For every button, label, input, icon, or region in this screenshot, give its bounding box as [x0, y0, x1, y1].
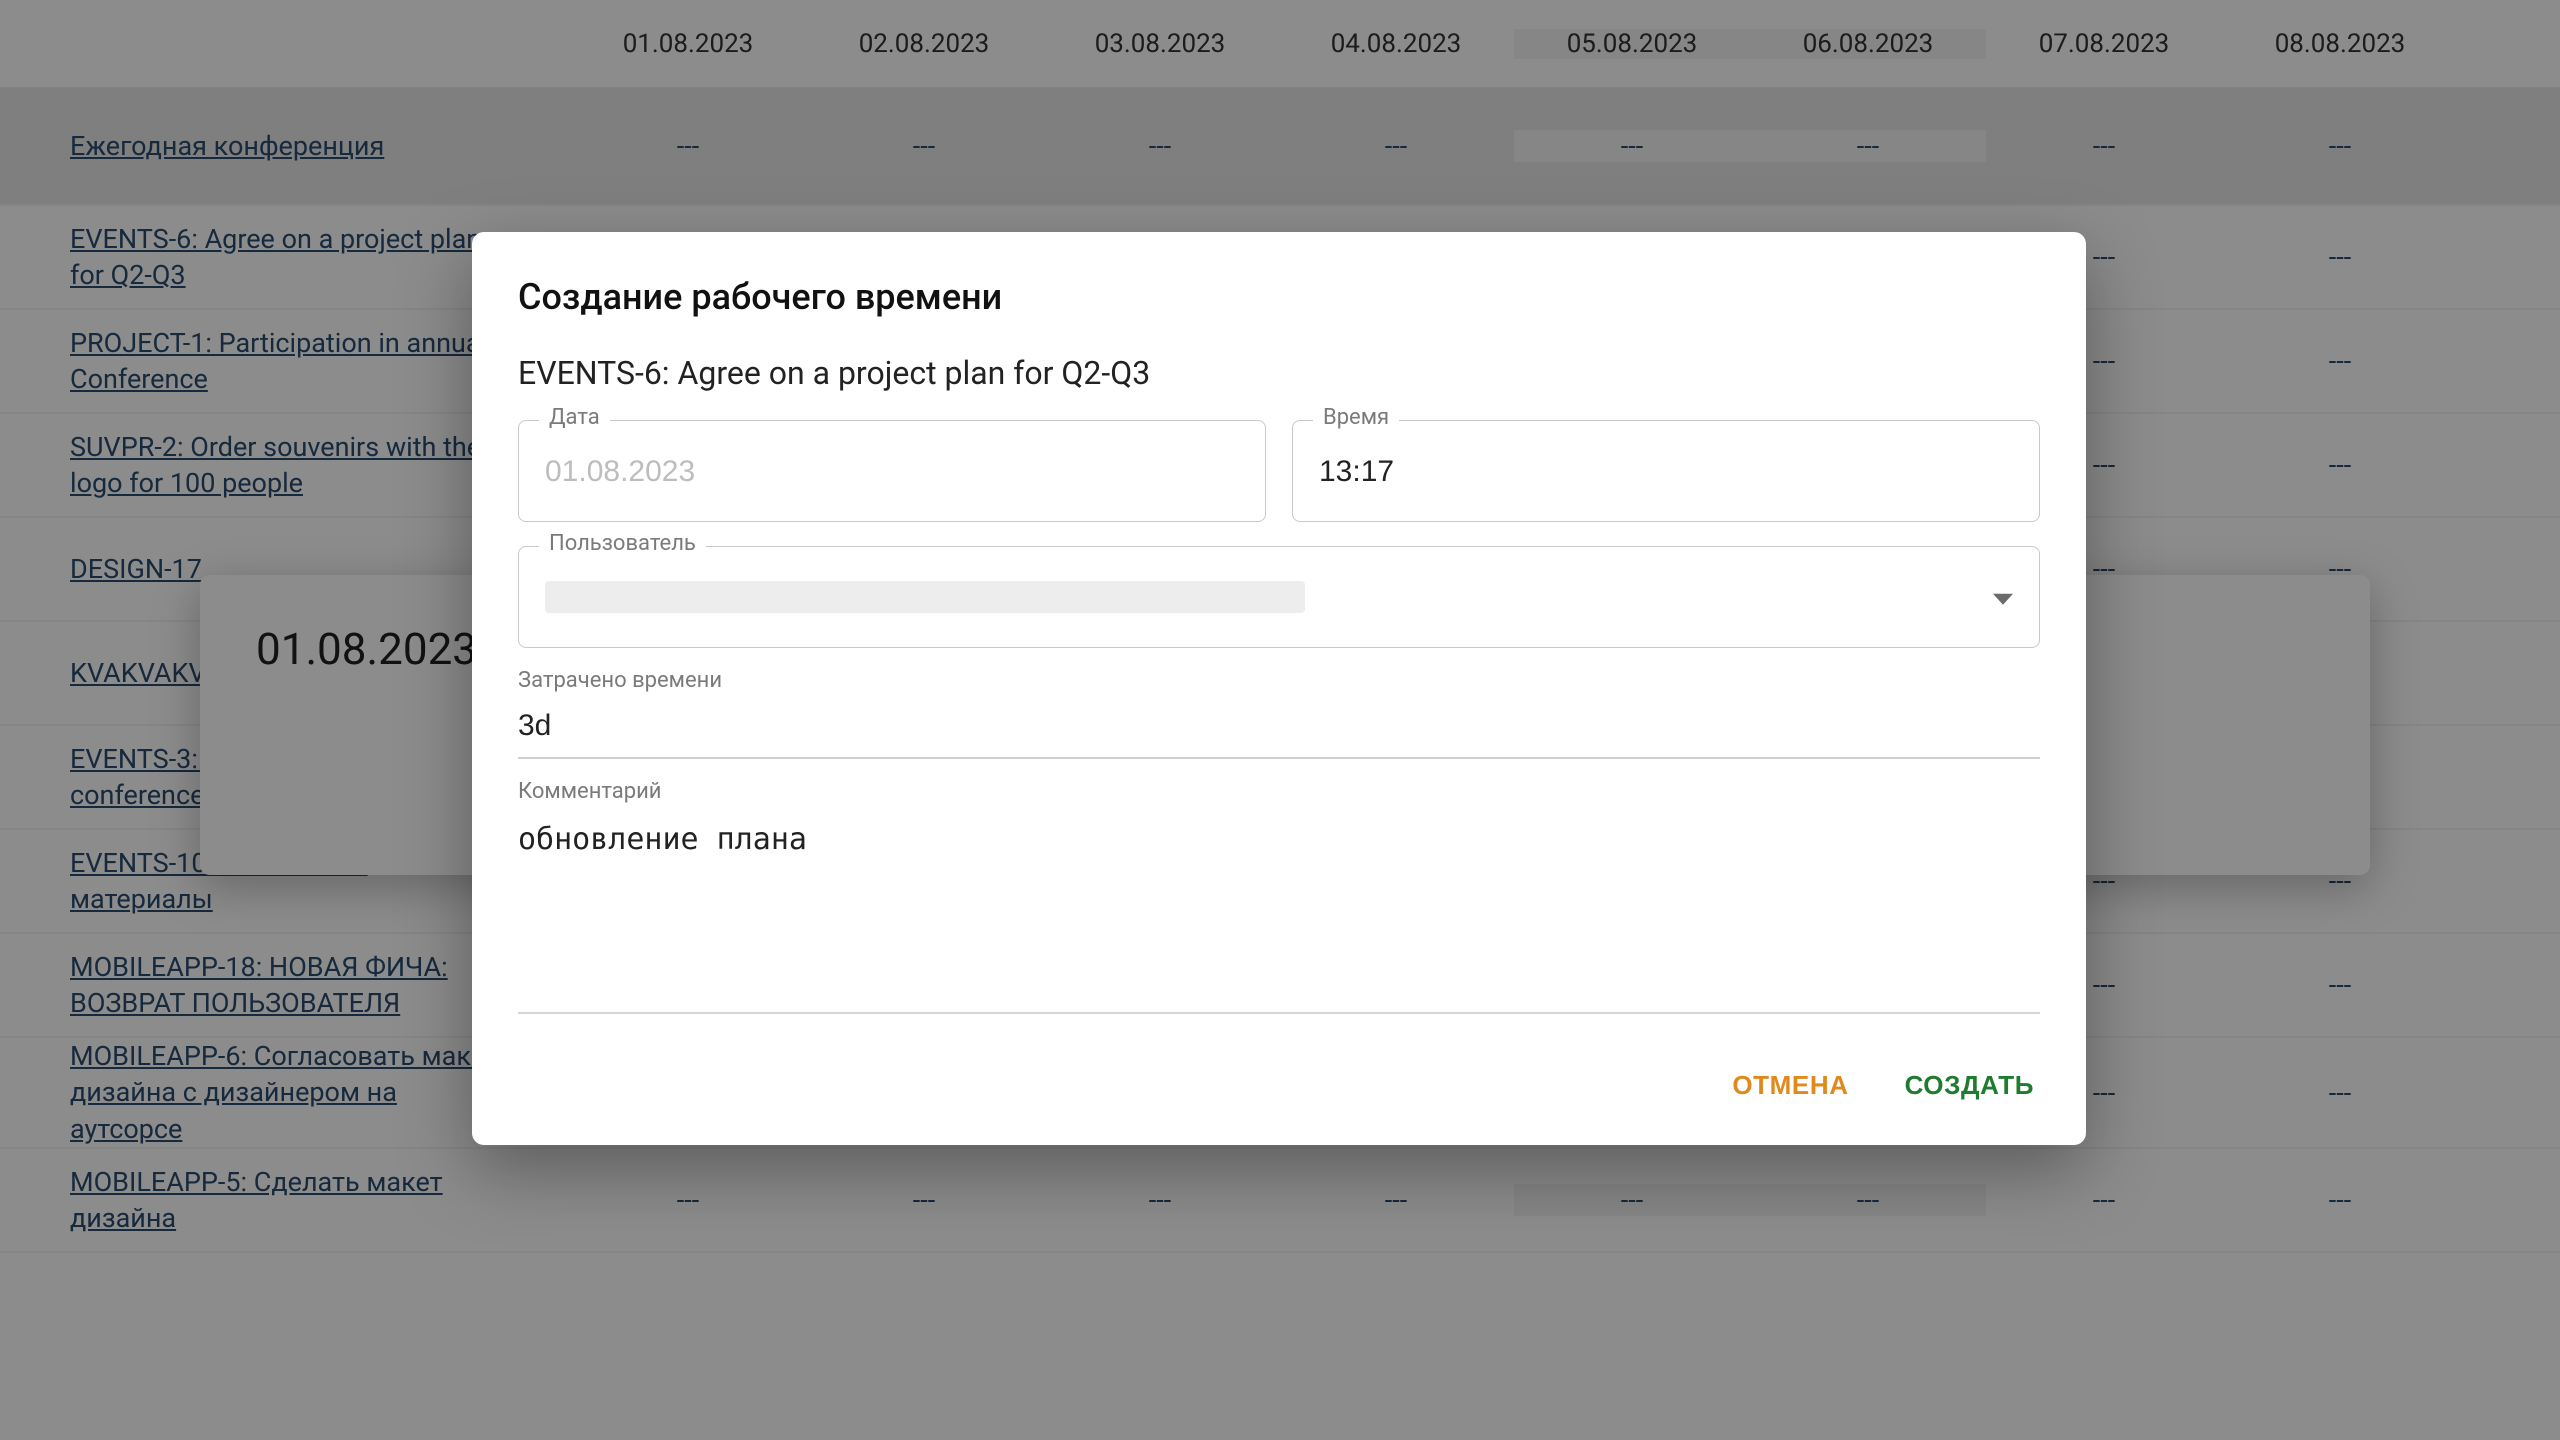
date-label: Дата: [539, 405, 610, 430]
date-input[interactable]: [545, 455, 1239, 489]
comment-label: Комментарий: [518, 779, 2040, 804]
comment-field[interactable]: Комментарий: [518, 779, 2040, 1018]
modal-title: Создание рабочего времени: [518, 276, 2040, 318]
user-loading-skeleton: [545, 581, 1305, 613]
create-button[interactable]: СОЗДАТЬ: [1899, 1062, 2040, 1109]
user-field-wrapper[interactable]: Пользователь: [518, 546, 2040, 648]
chevron-down-icon[interactable]: [1993, 594, 2013, 605]
spent-label: Затрачено времени: [518, 668, 2040, 693]
spent-field[interactable]: Затрачено времени: [518, 668, 2040, 759]
time-input[interactable]: [1319, 455, 2013, 489]
spent-input[interactable]: [518, 703, 2040, 759]
date-field-wrapper[interactable]: Дата: [518, 420, 1266, 522]
modal-subtitle: EVENTS-6: Agree on a project plan for Q2…: [518, 354, 2040, 392]
time-label: Время: [1313, 405, 1399, 430]
cancel-button[interactable]: ОТМЕНА: [1726, 1062, 1854, 1109]
modal-actions: ОТМЕНА СОЗДАТЬ: [518, 1062, 2040, 1109]
time-field-wrapper[interactable]: Время: [1292, 420, 2040, 522]
comment-input[interactable]: [518, 814, 2040, 1014]
user-label: Пользователь: [539, 531, 706, 556]
time-entry-modal: Создание рабочего времени EVENTS-6: Agre…: [472, 232, 2086, 1145]
